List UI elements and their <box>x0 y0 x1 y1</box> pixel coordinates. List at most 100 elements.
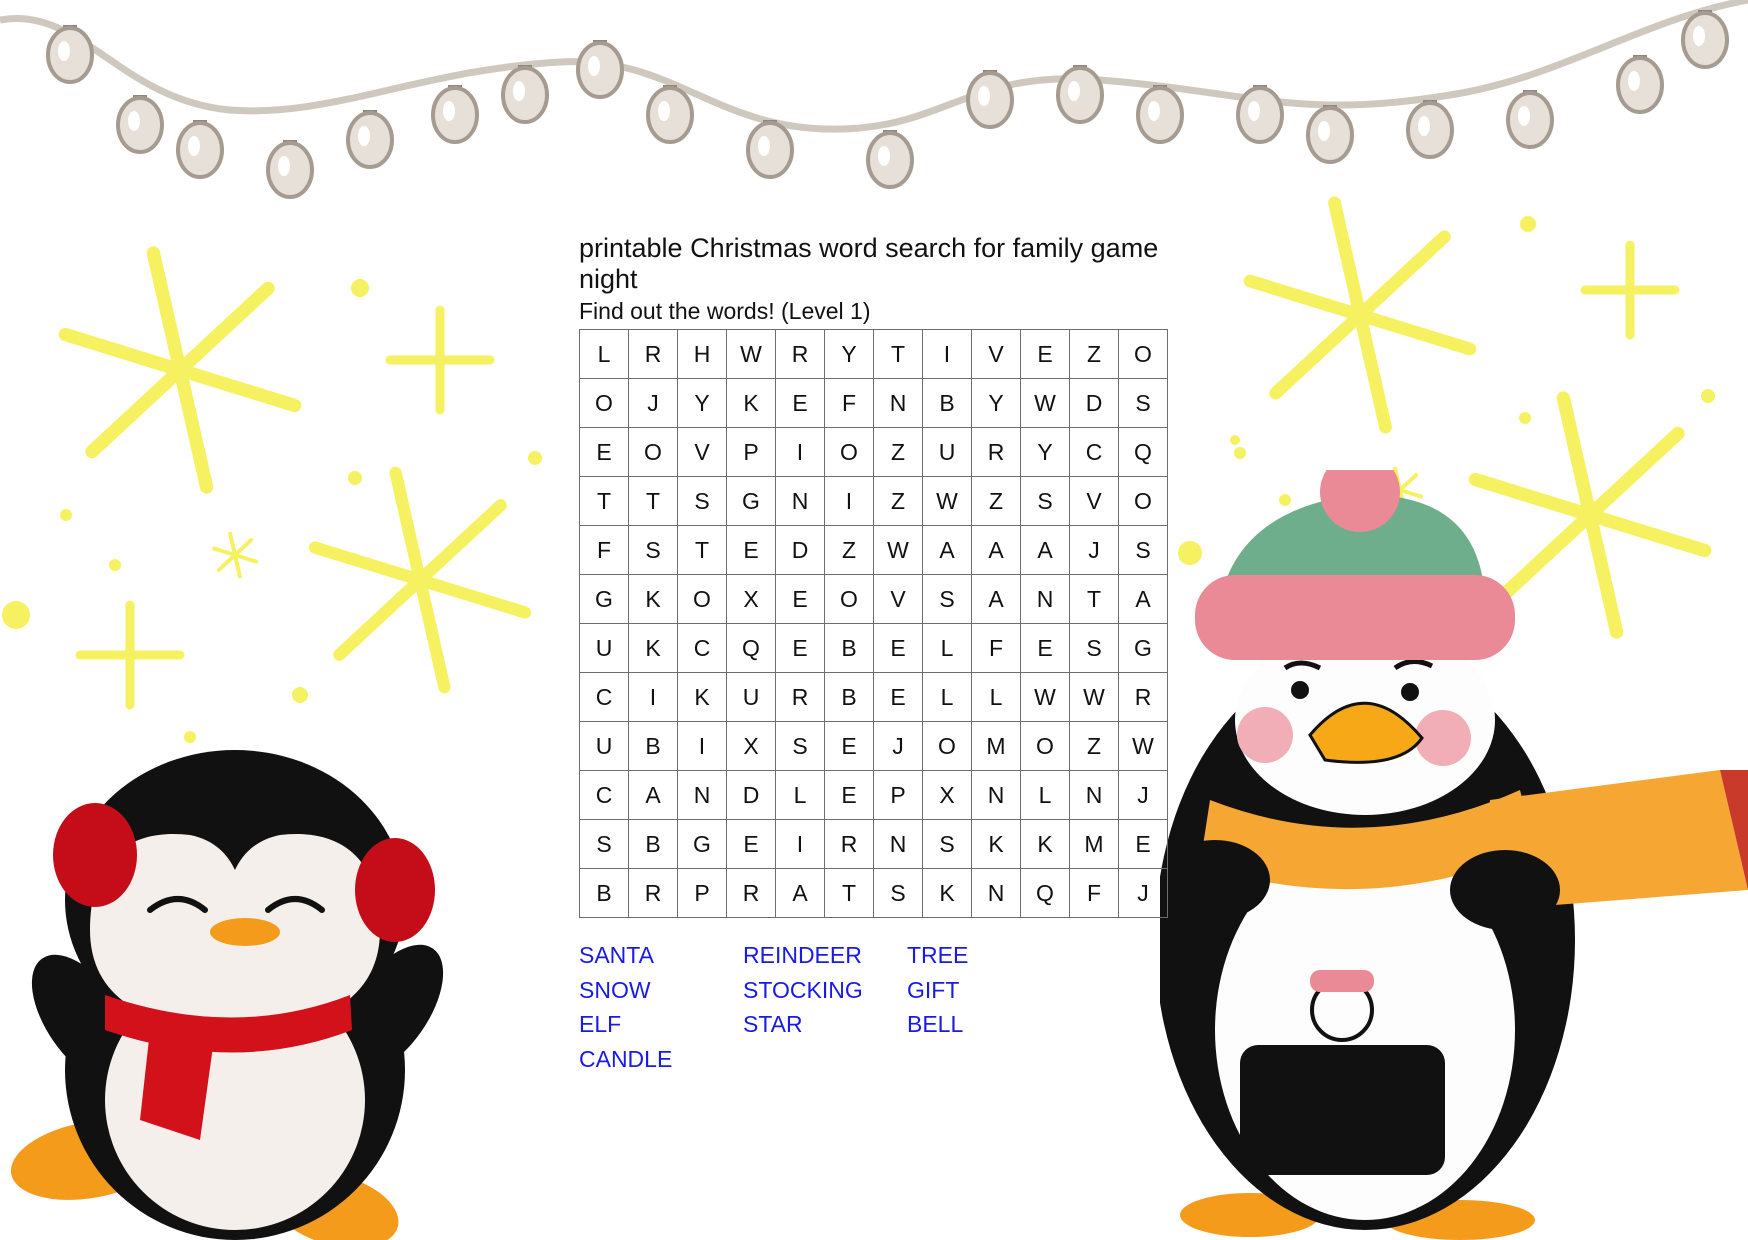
grid-cell[interactable]: O <box>1118 476 1168 526</box>
grid-cell[interactable]: W <box>1069 672 1119 722</box>
grid-cell[interactable]: O <box>824 427 874 477</box>
grid-cell[interactable]: W <box>922 476 972 526</box>
grid-cell[interactable]: N <box>677 770 727 820</box>
grid-cell[interactable]: D <box>1069 378 1119 428</box>
grid-cell[interactable]: F <box>579 525 629 575</box>
grid-cell[interactable]: E <box>775 378 825 428</box>
grid-cell[interactable]: O <box>922 721 972 771</box>
grid-cell[interactable]: B <box>579 868 629 918</box>
grid-cell[interactable]: S <box>775 721 825 771</box>
grid-cell[interactable]: B <box>922 378 972 428</box>
grid-cell[interactable]: G <box>579 574 629 624</box>
grid-cell[interactable]: B <box>824 623 874 673</box>
grid-cell[interactable]: J <box>628 378 678 428</box>
grid-cell[interactable]: I <box>775 819 825 869</box>
grid-cell[interactable]: B <box>628 819 678 869</box>
grid-cell[interactable]: A <box>1118 574 1168 624</box>
grid-cell[interactable]: P <box>873 770 923 820</box>
grid-cell[interactable]: A <box>628 770 678 820</box>
grid-cell[interactable]: R <box>1118 672 1168 722</box>
grid-cell[interactable]: R <box>824 819 874 869</box>
grid-cell[interactable]: K <box>1020 819 1070 869</box>
grid-cell[interactable]: R <box>775 329 825 379</box>
grid-cell[interactable]: O <box>824 574 874 624</box>
grid-cell[interactable]: Z <box>971 476 1021 526</box>
grid-cell[interactable]: J <box>873 721 923 771</box>
grid-cell[interactable]: F <box>1069 868 1119 918</box>
grid-cell[interactable]: T <box>677 525 727 575</box>
grid-cell[interactable]: K <box>726 378 776 428</box>
grid-cell[interactable]: W <box>1020 378 1070 428</box>
grid-cell[interactable]: S <box>1069 623 1119 673</box>
grid-cell[interactable]: N <box>873 378 923 428</box>
grid-cell[interactable]: Z <box>1069 721 1119 771</box>
grid-cell[interactable]: A <box>775 868 825 918</box>
grid-cell[interactable]: O <box>628 427 678 477</box>
grid-cell[interactable]: O <box>1020 721 1070 771</box>
grid-cell[interactable]: E <box>873 672 923 722</box>
grid-cell[interactable]: K <box>628 574 678 624</box>
grid-cell[interactable]: Z <box>1069 329 1119 379</box>
grid-cell[interactable]: E <box>726 525 776 575</box>
grid-cell[interactable]: X <box>726 574 776 624</box>
grid-cell[interactable]: V <box>971 329 1021 379</box>
grid-cell[interactable]: I <box>922 329 972 379</box>
grid-cell[interactable]: N <box>775 476 825 526</box>
grid-cell[interactable]: E <box>1020 329 1070 379</box>
grid-cell[interactable]: D <box>726 770 776 820</box>
grid-cell[interactable]: W <box>726 329 776 379</box>
grid-cell[interactable]: S <box>922 819 972 869</box>
grid-cell[interactable]: A <box>1020 525 1070 575</box>
grid-cell[interactable]: E <box>775 623 825 673</box>
grid-cell[interactable]: E <box>579 427 629 477</box>
grid-cell[interactable]: M <box>971 721 1021 771</box>
grid-cell[interactable]: Y <box>1020 427 1070 477</box>
grid-cell[interactable]: C <box>1069 427 1119 477</box>
grid-cell[interactable]: Q <box>726 623 776 673</box>
grid-cell[interactable]: W <box>1020 672 1070 722</box>
grid-cell[interactable]: T <box>579 476 629 526</box>
grid-cell[interactable]: Q <box>1118 427 1168 477</box>
grid-cell[interactable]: O <box>677 574 727 624</box>
grid-cell[interactable]: O <box>579 378 629 428</box>
grid-cell[interactable]: T <box>873 329 923 379</box>
grid-cell[interactable]: A <box>922 525 972 575</box>
grid-cell[interactable]: U <box>922 427 972 477</box>
grid-cell[interactable]: C <box>579 672 629 722</box>
grid-cell[interactable]: L <box>971 672 1021 722</box>
grid-cell[interactable]: R <box>971 427 1021 477</box>
grid-cell[interactable]: U <box>726 672 776 722</box>
grid-cell[interactable]: S <box>1020 476 1070 526</box>
grid-cell[interactable]: V <box>677 427 727 477</box>
grid-cell[interactable]: S <box>628 525 678 575</box>
grid-cell[interactable]: S <box>579 819 629 869</box>
grid-cell[interactable]: Q <box>1020 868 1070 918</box>
grid-cell[interactable]: T <box>628 476 678 526</box>
grid-cell[interactable]: K <box>922 868 972 918</box>
grid-cell[interactable]: T <box>824 868 874 918</box>
grid-cell[interactable]: G <box>726 476 776 526</box>
grid-cell[interactable]: E <box>726 819 776 869</box>
grid-cell[interactable]: K <box>628 623 678 673</box>
grid-cell[interactable]: J <box>1118 770 1168 820</box>
grid-cell[interactable]: T <box>1069 574 1119 624</box>
grid-cell[interactable]: E <box>1118 819 1168 869</box>
grid-cell[interactable]: L <box>922 623 972 673</box>
grid-cell[interactable]: W <box>1118 721 1168 771</box>
grid-cell[interactable]: I <box>775 427 825 477</box>
grid-cell[interactable]: E <box>824 770 874 820</box>
grid-cell[interactable]: H <box>677 329 727 379</box>
grid-cell[interactable]: S <box>873 868 923 918</box>
grid-cell[interactable]: B <box>824 672 874 722</box>
grid-cell[interactable]: Y <box>824 329 874 379</box>
grid-cell[interactable]: V <box>1069 476 1119 526</box>
grid-cell[interactable]: V <box>873 574 923 624</box>
grid-cell[interactable]: E <box>824 721 874 771</box>
grid-cell[interactable]: N <box>873 819 923 869</box>
grid-cell[interactable]: O <box>1118 329 1168 379</box>
grid-cell[interactable]: U <box>579 623 629 673</box>
grid-cell[interactable]: C <box>579 770 629 820</box>
grid-cell[interactable]: X <box>726 721 776 771</box>
grid-cell[interactable]: F <box>824 378 874 428</box>
grid-cell[interactable]: K <box>677 672 727 722</box>
